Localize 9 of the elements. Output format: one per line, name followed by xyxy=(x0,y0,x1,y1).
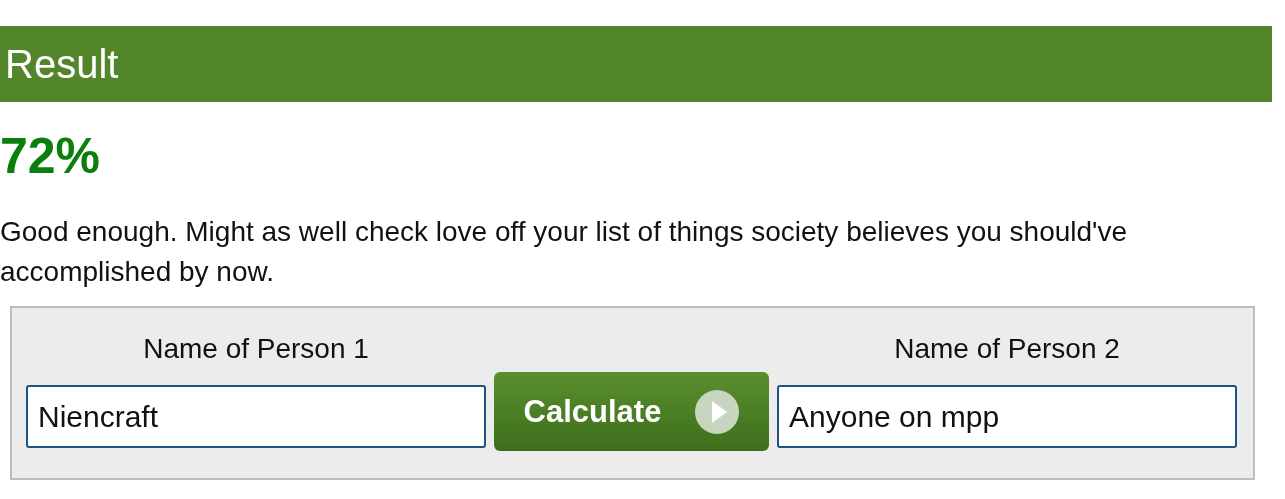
field-label: Name of Person 2 xyxy=(894,333,1120,365)
field-label: Name of Person 1 xyxy=(143,333,369,365)
score-percent: 72% xyxy=(0,127,102,186)
calculate-button[interactable]: Calculate xyxy=(494,372,769,451)
name-field[interactable]: Anyone on mpp xyxy=(777,385,1237,448)
play-icon xyxy=(695,389,740,434)
header-title: Result xyxy=(5,41,119,87)
name-field[interactable]: Niencraft xyxy=(26,385,486,448)
result-message: Good enough. Might as well check love off your list of things society believes you should've accomplished by now. xyxy=(0,215,1128,289)
